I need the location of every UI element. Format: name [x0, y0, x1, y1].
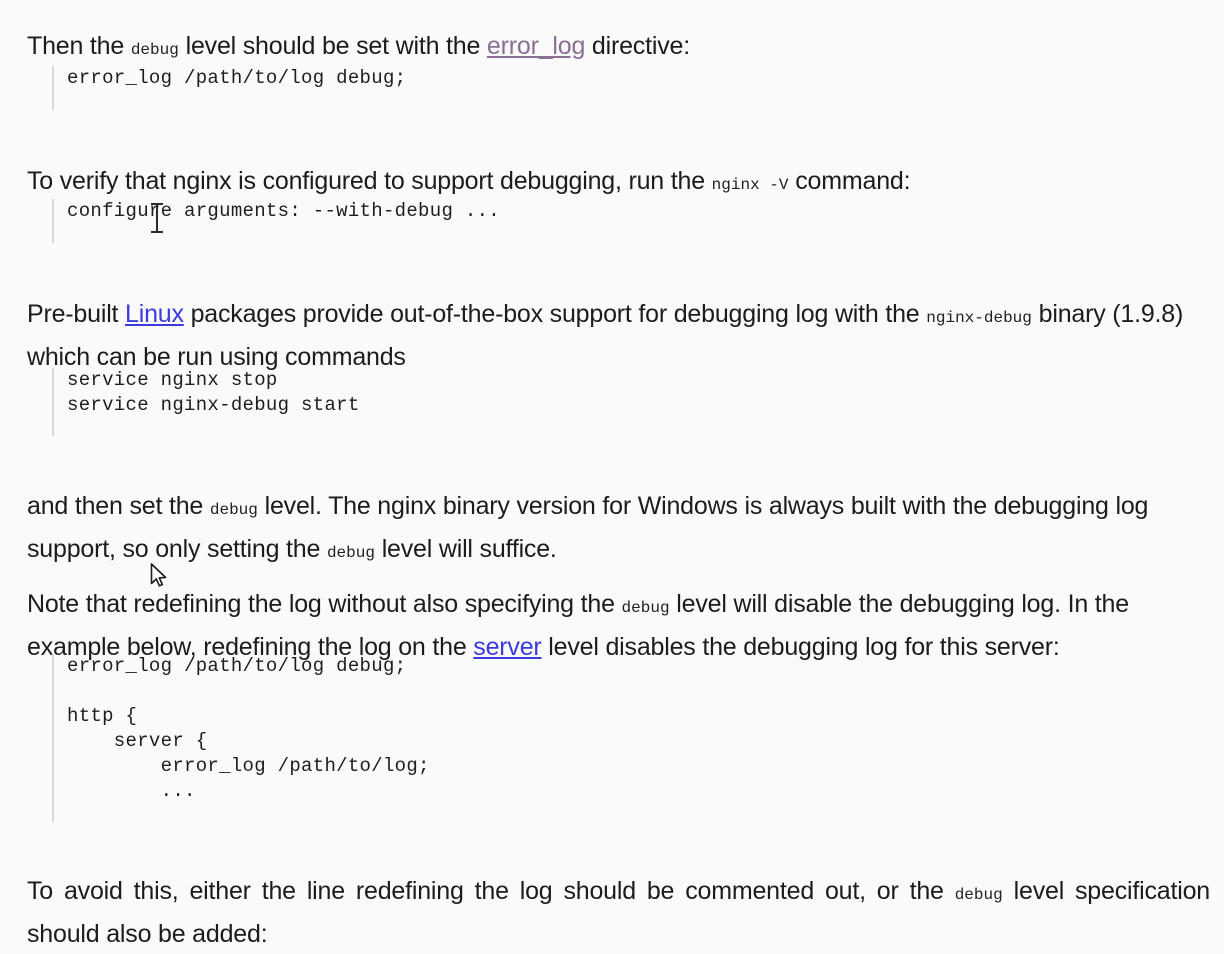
paragraph-windows-binary-debug: and then set the debug level. The nginx … [27, 487, 1210, 573]
text-segment: packages provide out-of-the-box support … [183, 300, 927, 328]
code-block-error-log-debug: error_log /path/to/log debug; [52, 66, 406, 110]
paragraph-debug-level-directive: Then the debug level should be set with … [27, 27, 1210, 70]
inline-code-nginx-debug: nginx-debug [926, 309, 1032, 327]
text-segment: level will suffice. [374, 535, 557, 563]
text-segment: command: [788, 167, 911, 195]
link-linux[interactable]: Linux [125, 300, 184, 328]
text-segment: Then the [27, 32, 131, 60]
text-segment: To avoid this, either the line redefinin… [27, 877, 955, 905]
link-server[interactable]: server [473, 633, 541, 661]
documentation-page: Then the debug level should be set with … [0, 0, 1224, 948]
inline-code-debug: debug [209, 501, 258, 519]
inline-code-debug: debug [326, 544, 375, 562]
code-block-http-server-config: error_log /path/to/log debug; http { ser… [52, 654, 430, 822]
text-segment: level should be set with the [178, 32, 487, 60]
paragraph-prebuilt-linux-packages: Pre-built Linux packages provide out-of-… [27, 295, 1210, 377]
inline-code-debug: debug [130, 41, 179, 59]
code-block-service-commands: service nginx stop service nginx-debug s… [52, 368, 360, 436]
code-block-content: service nginx stop service nginx-debug s… [67, 369, 360, 416]
paragraph-avoid-this-comment-out: To avoid this, either the line redefinin… [27, 872, 1210, 954]
text-segment: Pre-built [27, 300, 126, 328]
code-block-content: configure arguments: --with-debug ... [67, 200, 500, 222]
code-block-configure-arguments: configure arguments: --with-debug ... [52, 199, 500, 243]
inline-code-debug: debug [621, 599, 670, 617]
text-segment: directive: [585, 32, 690, 60]
link-error-log[interactable]: error_log [487, 32, 585, 60]
code-block-content: error_log /path/to/log debug; [67, 67, 407, 89]
inline-code-nginx-v: nginx -V [711, 176, 789, 194]
text-segment: level disables the debugging log for thi… [541, 633, 1060, 661]
code-block-content: error_log /path/to/log debug; http { ser… [67, 655, 430, 802]
text-segment: Note that redefining the log without als… [27, 590, 622, 618]
inline-code-debug: debug [954, 886, 1003, 904]
text-segment: and then set the [27, 492, 210, 520]
text-segment: To verify that nginx is configured to su… [27, 167, 712, 195]
